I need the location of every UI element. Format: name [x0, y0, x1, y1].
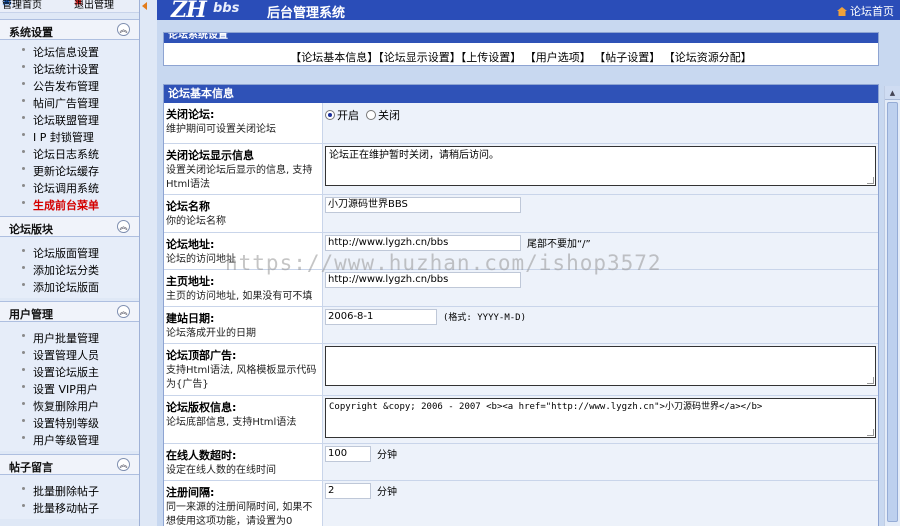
founded-date-input[interactable]: 2006-8-1 — [325, 308, 437, 325]
forum-home-link[interactable]: 论坛首页 — [837, 3, 894, 19]
sidebar-item[interactable]: 设置论坛版主 — [0, 364, 139, 381]
row-close-forum: 关闭论坛: 维护期间可设置关闭论坛 开启 关闭 — [164, 103, 878, 144]
nav-user-options[interactable]: 【用户选项】 — [525, 51, 591, 64]
sidebar-splitter[interactable] — [139, 0, 157, 526]
menu-group-boards[interactable]: 论坛版块 ︽ — [0, 216, 139, 237]
row-forum-name: 论坛名称 你的论坛名称 小刀源码世界BBS — [164, 194, 878, 233]
basic-info-title: 论坛基本信息 — [164, 85, 878, 103]
sidebar-item[interactable]: 论坛信息设置 — [0, 44, 139, 61]
collapse-icon[interactable]: ︽ — [117, 23, 130, 36]
nav-basic-info[interactable]: 【论坛基本信息】 — [290, 51, 378, 64]
vertical-scrollbar[interactable]: ▲ — [884, 86, 900, 526]
radio-close[interactable] — [366, 110, 376, 120]
menu-group-posts[interactable]: 帖子留言 ︽ — [0, 454, 139, 475]
sidebar-item[interactable]: 公告发布管理 — [0, 78, 139, 95]
top-ad-textarea[interactable] — [325, 345, 876, 386]
settings-nav-panel: 论坛系统设置 【论坛基本信息】【论坛显示设置】【上传设置】 【用户选项】 【帖子… — [163, 32, 879, 66]
forum-name-input[interactable]: 小刀源码世界BBS — [325, 196, 521, 213]
menu-group-posts-items: 批量删除帖子 批量移动帖子 — [0, 475, 139, 519]
sidebar-item[interactable]: 设置管理人员 — [0, 347, 139, 364]
nav-upload[interactable]: 【上传设置】 — [461, 51, 522, 64]
sidebar-item[interactable]: I P 封锁管理 — [0, 129, 139, 146]
sidebar-item[interactable]: 论坛调用系统 — [0, 180, 139, 197]
close-message-textarea[interactable]: 论坛正在维护暂时关闭，请稍后访问。 — [325, 145, 876, 186]
collapse-icon[interactable]: ︽ — [117, 458, 130, 471]
sidebar-item[interactable]: 用户批量管理 — [0, 330, 139, 347]
main-content: 论坛系统设置 【论坛基本信息】【论坛显示设置】【上传设置】 【用户选项】 【帖子… — [157, 20, 900, 526]
nav-resources[interactable]: 【论坛资源分配】 — [664, 51, 752, 64]
sidebar-item[interactable]: 更新论坛缓存 — [0, 163, 139, 180]
house-icon — [837, 7, 847, 16]
logo-sub: bbs — [213, 1, 240, 16]
menu-group-system[interactable]: 系统设置 ︽ — [0, 19, 139, 40]
collapse-sidebar-icon[interactable] — [142, 2, 147, 10]
scrollbar-thumb[interactable] — [887, 102, 898, 522]
row-home-url: 主页地址: 主页的访问地址, 如果没有可不填 http://www.lygzh.c… — [164, 269, 878, 307]
basic-info-panel: 论坛基本信息 关闭论坛: 维护期间可设置关闭论坛 开启 关闭 关闭论坛显示信息 设置… — [163, 84, 879, 526]
sidebar-item[interactable]: 设置 VIP用户 — [0, 381, 139, 398]
row-founded-date: 建站日期: 论坛落成开业的日期 2006-8-1 (格式: YYYY-M-D) — [164, 306, 878, 344]
menu-group-boards-items: 论坛版面管理 添加论坛分类 添加论坛版面 — [0, 237, 139, 298]
sidebar-item[interactable]: 论坛日志系统 — [0, 146, 139, 163]
collapse-icon[interactable]: ︽ — [117, 220, 130, 233]
sidebar-item[interactable]: 恢复删除用户 — [0, 398, 139, 415]
basic-info-form: 关闭论坛: 维护期间可设置关闭论坛 开启 关闭 关闭论坛显示信息 设置关闭论坛后显示… — [164, 103, 878, 526]
sidebar-item[interactable]: 批量删除帖子 — [0, 483, 139, 500]
sidebar-item[interactable]: 用户等级管理 — [0, 432, 139, 449]
row-forum-url: 论坛地址: 论坛的访问地址 http://www.lygzh.cn/bbs 尾部不要… — [164, 232, 878, 270]
sidebar-item[interactable]: 论坛版面管理 — [0, 245, 139, 262]
sidebar: ▣ 管理首页 ▣ 退出管理 系统设置 ︽ 论坛信息设置 论坛统计设置 公告发布管理 … — [0, 0, 139, 526]
forum-url-input[interactable]: http://www.lygzh.cn/bbs — [325, 234, 521, 251]
radio-open[interactable] — [325, 110, 335, 120]
copyright-textarea[interactable]: Copyright &copy; 2006 - 2007 <b><a href=… — [325, 397, 876, 438]
page-title: 后台管理系统 — [267, 6, 346, 21]
sidebar-item[interactable]: 论坛联盟管理 — [0, 112, 139, 129]
collapse-icon[interactable]: ︽ — [117, 305, 130, 318]
nav-display[interactable]: 【论坛显示设置】 — [378, 51, 461, 64]
sidebar-item[interactable]: 帖间广告管理 — [0, 95, 139, 112]
scroll-up-icon[interactable]: ▲ — [885, 86, 900, 100]
header-bar: ZH bbs 后台管理系统 论坛首页 — [157, 0, 900, 23]
menu-group-users-items: 用户批量管理 设置管理人员 设置论坛版主 设置 VIP用户 恢复删除用户 设置特… — [0, 322, 139, 451]
register-interval-input[interactable]: 2 — [325, 482, 371, 499]
row-close-message: 关闭论坛显示信息 设置关闭论坛后显示的信息, 支持Html语法 论坛正在维护暂时关… — [164, 143, 878, 195]
online-timeout-input[interactable]: 100 — [325, 445, 371, 462]
sidebar-item[interactable]: 设置特别等级 — [0, 415, 139, 432]
sidebar-topbar: ▣ 管理首页 ▣ 退出管理 — [0, 0, 139, 13]
sidebar-item[interactable]: 批量移动帖子 — [0, 500, 139, 517]
sidebar-item[interactable]: 添加论坛分类 — [0, 262, 139, 279]
row-top-ad: 论坛顶部广告: 支持Html语法, 风格模板显示代码为{广告} — [164, 343, 878, 396]
nav-posts[interactable]: 【帖子设置】 — [594, 51, 660, 64]
home-url-input[interactable]: http://www.lygzh.cn/bbs — [325, 271, 521, 288]
row-online-timeout: 在线人数超时: 设定在线人数的在线时间 100 分钟 — [164, 443, 878, 481]
menu-group-system-items: 论坛信息设置 论坛统计设置 公告发布管理 帖间广告管理 论坛联盟管理 I P 封… — [0, 40, 139, 216]
settings-nav-title: 论坛系统设置 — [164, 33, 878, 43]
settings-nav-links: 【论坛基本信息】【论坛显示设置】【上传设置】 【用户选项】 【帖子设置】 【论坛… — [164, 43, 878, 65]
row-copyright: 论坛版权信息: 论坛底部信息, 支持Html语法 Copyright &copy;… — [164, 395, 878, 444]
sidebar-item[interactable]: 论坛统计设置 — [0, 61, 139, 78]
row-register-interval: 注册间隔: 同一来源的注册间隔时间, 如果不想使用这项功能，请设置为0 2 分钟 — [164, 480, 878, 526]
sidebar-item-generate-menu[interactable]: 生成前台菜单 — [0, 197, 139, 214]
menu-group-users[interactable]: 用户管理 ︽ — [0, 301, 139, 322]
sidebar-item[interactable]: 添加论坛版面 — [0, 279, 139, 296]
